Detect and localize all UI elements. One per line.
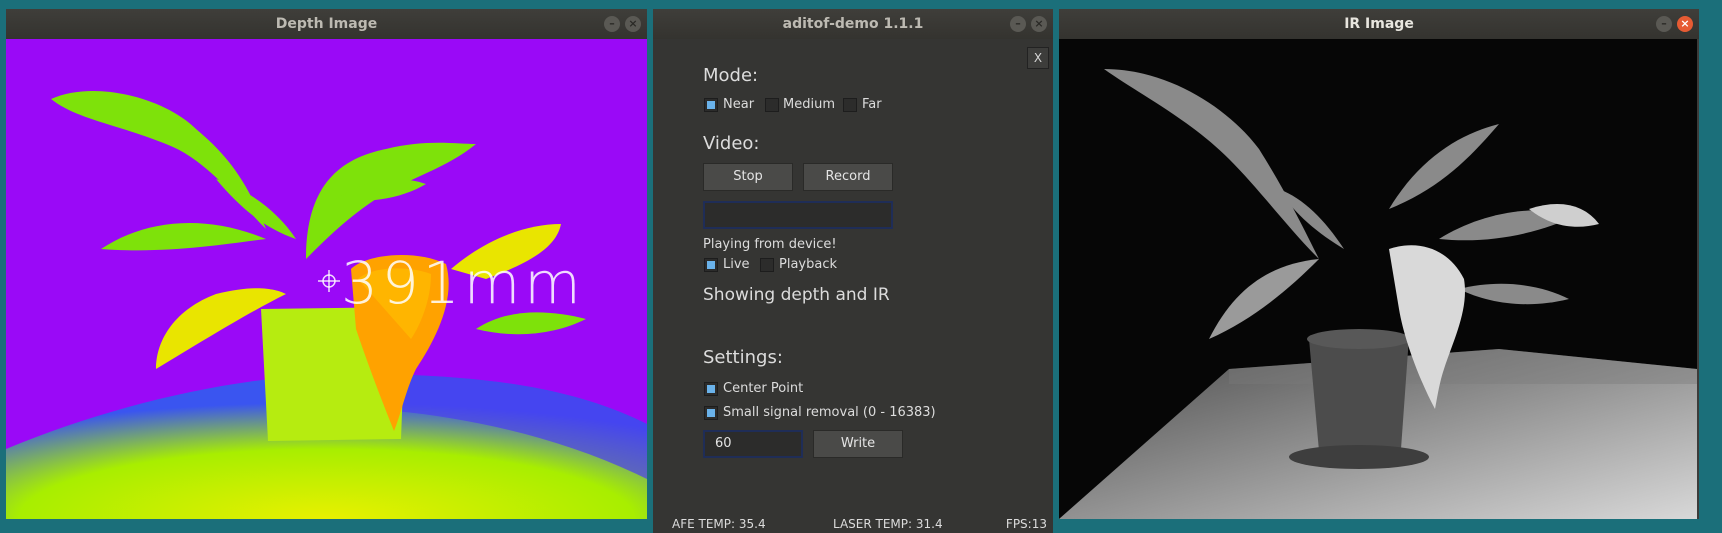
record-button[interactable]: Record <box>803 163 893 191</box>
depth-image-view: 391mm <box>6 39 647 519</box>
minimize-icon[interactable]: – <box>1010 16 1026 32</box>
settings-heading: Settings: <box>703 347 783 368</box>
fps-counter: FPS:13 <box>1005 517 1047 531</box>
ir-image-view <box>1059 39 1697 519</box>
playing-status: Playing from device! <box>703 237 837 252</box>
depth-readout: 391mm <box>341 249 585 317</box>
aditof-demo-window: aditof-demo 1.1.1 – × X Mode: Near Mediu… <box>653 9 1053 533</box>
ir-plant-image <box>1059 69 1697 519</box>
laser-temp: LASER TEMP: 31.4 <box>833 517 943 531</box>
near-checkbox[interactable] <box>704 98 718 112</box>
far-label: Far <box>862 97 882 112</box>
playback-label: Playback <box>779 257 838 272</box>
far-checkbox[interactable] <box>843 98 857 112</box>
live-label: Live <box>723 257 750 272</box>
close-icon[interactable]: × <box>1031 16 1047 32</box>
video-heading: Video: <box>703 133 760 154</box>
write-button[interactable]: Write <box>813 430 903 458</box>
center-point-checkbox[interactable] <box>704 382 718 396</box>
ir-window-titlebar[interactable]: IR Image – × <box>1059 9 1699 39</box>
close-icon[interactable]: × <box>625 16 641 32</box>
playback-checkbox[interactable] <box>760 258 774 272</box>
minimize-icon[interactable]: – <box>1656 16 1672 32</box>
recording-filename-field[interactable] <box>703 201 893 229</box>
ir-window-title: IR Image <box>1344 16 1414 32</box>
close-icon[interactable]: × <box>1677 16 1693 32</box>
demo-control-panel: X Mode: Near Medium Far Video: Stop Reco… <box>653 39 1053 533</box>
depth-window-title: Depth Image <box>275 16 378 32</box>
small-signal-label: Small signal removal (0 - 16383) <box>723 405 936 420</box>
afe-temp: AFE TEMP: 35.4 <box>672 517 766 531</box>
threshold-input[interactable]: 60 <box>703 430 803 458</box>
demo-window-titlebar[interactable]: aditof-demo 1.1.1 – × <box>653 9 1053 39</box>
medium-label: Medium <box>783 97 835 112</box>
crosshair-icon <box>318 270 340 292</box>
near-label: Near <box>723 97 755 112</box>
depth-image-window: Depth Image – × 391mm <box>6 9 647 519</box>
small-signal-checkbox[interactable] <box>704 406 718 420</box>
panel-close-button[interactable]: X <box>1027 47 1049 69</box>
depth-window-titlebar[interactable]: Depth Image – × <box>6 9 647 39</box>
minimize-icon[interactable]: – <box>604 16 620 32</box>
live-checkbox[interactable] <box>704 258 718 272</box>
ir-image-window: IR Image – × <box>1059 9 1699 519</box>
mode-heading: Mode: <box>703 65 759 86</box>
demo-window-title: aditof-demo 1.1.1 <box>782 16 924 32</box>
showing-status: Showing depth and IR <box>703 285 890 305</box>
medium-checkbox[interactable] <box>765 98 779 112</box>
stop-button[interactable]: Stop <box>703 163 793 191</box>
center-point-label: Center Point <box>723 381 804 396</box>
